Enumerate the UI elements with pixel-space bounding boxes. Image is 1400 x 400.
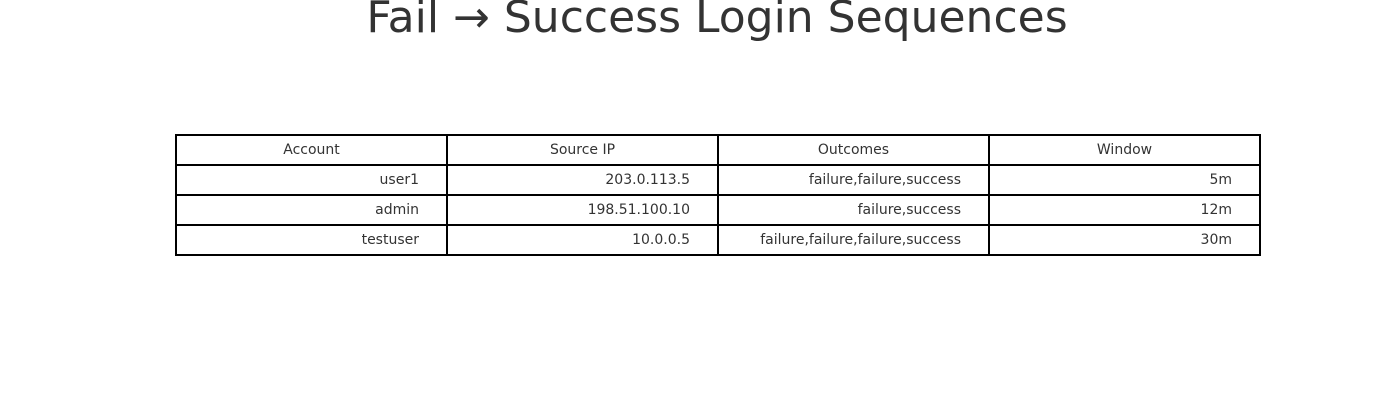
cell-window: 12m [988,194,1261,226]
chart-title: Fail → Success Login Sequences [366,0,1068,43]
cell-window: 5m [988,164,1261,196]
table-row: testuser 10.0.0.5 failure,failure,failur… [175,224,1261,256]
column-header-outcomes: Outcomes [717,134,990,166]
column-header-window: Window [988,134,1261,166]
cell-source-ip: 203.0.113.5 [446,164,719,196]
cell-outcomes: failure,success [717,194,990,226]
cell-account: user1 [175,164,448,196]
table-row: user1 203.0.113.5 failure,failure,succes… [175,164,1261,196]
cell-account: admin [175,194,448,226]
cell-outcomes: failure,failure,failure,success [717,224,990,256]
cell-source-ip: 10.0.0.5 [446,224,719,256]
table-header-row: Account Source IP Outcomes Window [175,134,1261,166]
column-header-account: Account [175,134,448,166]
table-row: admin 198.51.100.10 failure,success 12m [175,194,1261,226]
cell-outcomes: failure,failure,success [717,164,990,196]
cell-window: 30m [988,224,1261,256]
column-header-source-ip: Source IP [446,134,719,166]
cell-source-ip: 198.51.100.10 [446,194,719,226]
cell-account: testuser [175,224,448,256]
login-sequences-table: Account Source IP Outcomes Window user1 … [175,134,1261,256]
